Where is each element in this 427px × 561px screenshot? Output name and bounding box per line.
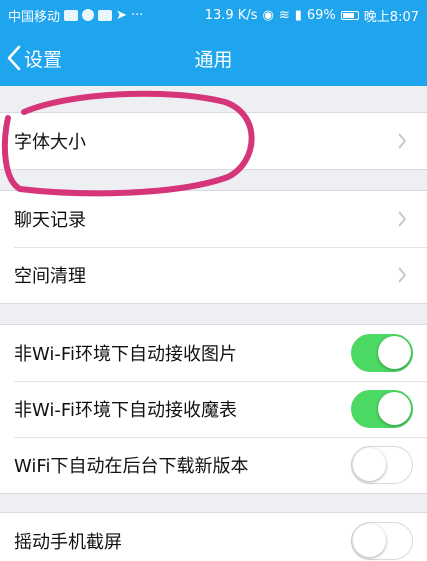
battery-icon bbox=[340, 10, 359, 20]
notification-icon bbox=[64, 9, 79, 21]
back-button[interactable]: 设置 bbox=[6, 30, 62, 86]
toggle-knob bbox=[353, 524, 386, 557]
status-bar: 中国移动 ➤ ··· 13.9 K/s ◉ ≋ ▮ 69% 晚上8:07 bbox=[0, 0, 427, 30]
settings-group-network: 非Wi-Fi环境下自动接收图片 非Wi-Fi环境下自动接收魔表 WiFi下自动在… bbox=[0, 324, 427, 494]
font-size-row[interactable]: 字体大小 bbox=[0, 113, 427, 169]
page-title: 通用 bbox=[194, 48, 233, 71]
settings-group-storage: 聊天记录 空间清理 bbox=[0, 190, 427, 304]
chevron-left-icon bbox=[7, 45, 21, 71]
row-label: 非Wi-Fi环境下自动接收魔表 bbox=[14, 400, 237, 421]
chevron-right-icon bbox=[398, 211, 407, 227]
toggle-knob bbox=[378, 392, 411, 425]
back-label: 设置 bbox=[24, 48, 63, 71]
chevron-right-icon bbox=[398, 267, 407, 283]
send-icon: ➤ bbox=[116, 7, 127, 23]
auto-receive-images-toggle[interactable] bbox=[351, 334, 413, 372]
wifi-auto-update-toggle[interactable] bbox=[351, 446, 413, 484]
row-label: WiFi下自动在后台下载新版本 bbox=[14, 456, 249, 477]
signal-icon: ▮ bbox=[294, 7, 302, 23]
row-label: 字体大小 bbox=[14, 132, 86, 153]
more-icon: ··· bbox=[130, 7, 144, 23]
row-label: 摇动手机截屏 bbox=[14, 532, 122, 553]
clock: 晚上8:07 bbox=[363, 9, 419, 25]
auto-receive-images-row: 非Wi-Fi环境下自动接收图片 bbox=[0, 325, 427, 381]
shake-screenshot-row: 摇动手机截屏 bbox=[0, 513, 427, 561]
storage-cleanup-row[interactable]: 空间清理 bbox=[0, 247, 427, 303]
notification-icon bbox=[82, 9, 95, 21]
row-label: 聊天记录 bbox=[14, 210, 86, 231]
row-label: 空间清理 bbox=[14, 266, 86, 287]
eye-icon: ◉ bbox=[262, 7, 274, 23]
toggle-knob bbox=[378, 336, 411, 369]
shake-screenshot-toggle[interactable] bbox=[351, 522, 413, 560]
wifi-auto-update-row: WiFi下自动在后台下载新版本 bbox=[0, 437, 427, 493]
network-speed: 13.9 K/s bbox=[204, 7, 258, 23]
auto-receive-effects-toggle[interactable] bbox=[351, 390, 413, 428]
settings-group-font: 字体大小 bbox=[0, 112, 427, 170]
settings-group-shake: 摇动手机截屏 bbox=[0, 512, 427, 561]
wifi-icon: ≋ bbox=[278, 7, 290, 23]
chat-history-row[interactable]: 聊天记录 bbox=[0, 191, 427, 247]
carrier-label: 中国移动 bbox=[8, 9, 61, 25]
nav-bar: 设置 通用 bbox=[0, 30, 427, 86]
toggle-knob bbox=[353, 448, 386, 481]
row-label: 非Wi-Fi环境下自动接收图片 bbox=[14, 344, 237, 365]
notification-icon bbox=[98, 9, 113, 21]
battery-percent: 69% bbox=[306, 7, 336, 23]
chevron-right-icon bbox=[398, 133, 407, 149]
auto-receive-effects-row: 非Wi-Fi环境下自动接收魔表 bbox=[0, 381, 427, 437]
